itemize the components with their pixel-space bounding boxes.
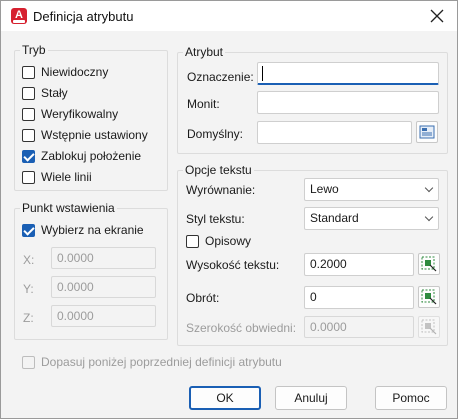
text-caret <box>262 66 263 81</box>
pick-point-icon <box>421 289 437 305</box>
opcje-tekstu-group-title: Opcje tekstu <box>183 163 254 177</box>
y-label: Y: <box>23 282 34 296</box>
oznaczenie-label: Oznaczenie: <box>187 70 254 84</box>
atrybut-group-title: Atrybut <box>183 45 226 59</box>
y-input[interactable]: 0.0000 <box>51 276 156 298</box>
domyslny-label: Domyślny: <box>187 127 244 141</box>
checkbox-wstepnie-ustawiony[interactable]: Wstępnie ustawiony <box>22 127 148 143</box>
punkt-wstawienia-group-title: Punkt wstawienia <box>20 201 117 215</box>
checkbox-box[interactable] <box>22 149 35 163</box>
pick-point-icon <box>421 319 437 335</box>
cancel-button[interactable]: Anuluj <box>275 386 347 410</box>
checkbox-box[interactable] <box>22 65 35 79</box>
checkbox-weryfikowalny[interactable]: Weryfikowalny <box>22 106 118 122</box>
pick-point-icon <box>421 256 437 272</box>
monit-input[interactable] <box>257 91 439 114</box>
wysokosc-tekstu-label: Wysokość tekstu: <box>186 258 280 272</box>
ok-button[interactable]: OK <box>189 386 261 410</box>
checkbox-box[interactable] <box>186 234 199 248</box>
close-icon <box>430 9 444 23</box>
obrot-input[interactable]: 0 <box>304 286 414 309</box>
checkbox-wybierz-na-ekranie[interactable]: Wybierz na ekranie <box>22 222 144 238</box>
oznaczenie-input[interactable] <box>257 62 439 85</box>
wysokosc-tekstu-input[interactable]: 0.2000 <box>304 253 414 276</box>
checkbox-label: Wstępnie ustawiony <box>41 128 148 142</box>
checkbox-label: Dopasuj poniżej poprzedniej definicji at… <box>41 355 282 369</box>
checkbox-box[interactable] <box>22 128 35 142</box>
checkbox-zablokuj-polozenie[interactable]: Zablokuj położenie <box>22 148 141 164</box>
domyslny-input[interactable] <box>257 121 412 144</box>
checkbox-box[interactable] <box>22 223 35 237</box>
pick-height-button[interactable] <box>418 253 440 275</box>
pick-width-button[interactable] <box>418 316 440 338</box>
autocad-app-icon: A <box>11 8 27 24</box>
checkbox-opisowy[interactable]: Opisowy <box>186 233 251 249</box>
wyrownanie-label: Wyrównanie: <box>186 183 256 197</box>
szerokosc-obwiedni-input[interactable]: 0.0000 <box>304 316 414 338</box>
checkbox-staly[interactable]: Stały <box>22 85 68 101</box>
checkbox-niewidoczny[interactable]: Niewidoczny <box>22 64 108 80</box>
checkbox-label: Weryfikowalny <box>41 107 119 121</box>
checkbox-label: Wybierz na ekranie <box>41 223 144 237</box>
title-bar: A Definicja atrybutu <box>1 1 457 31</box>
checkbox-label: Zablokuj położenie <box>41 149 142 163</box>
styl-tekstu-label: Styl tekstu: <box>186 212 245 226</box>
insert-field-icon <box>419 125 435 139</box>
help-button[interactable]: Pomoc <box>375 386 447 410</box>
z-label: Z: <box>23 311 34 325</box>
styl-tekstu-select[interactable]: Standard <box>304 207 439 230</box>
checkbox-label: Stały <box>41 86 68 100</box>
chevron-down-icon <box>424 183 434 193</box>
checkbox-wiele-linii[interactable]: Wiele linii <box>22 169 92 185</box>
szerokosc-obwiedni-label: Szerokość obwiedni: <box>186 321 297 335</box>
x-label: X: <box>23 253 35 267</box>
dialog-title: Definicja atrybutu <box>33 9 134 24</box>
checkbox-dopasuj[interactable]: Dopasuj poniżej poprzedniej definicji at… <box>22 354 282 370</box>
dialog-window: A Definicja atrybutu Tryb Niewidoczny St… <box>0 0 458 419</box>
checkbox-label: Wiele linii <box>41 170 92 184</box>
checkbox-box[interactable] <box>22 170 35 184</box>
chevron-down-icon <box>424 212 434 222</box>
wyrownanie-select[interactable]: Lewo <box>304 178 439 201</box>
insert-field-button[interactable] <box>416 121 438 143</box>
checkbox-box[interactable] <box>22 107 35 121</box>
close-button[interactable] <box>425 5 449 27</box>
checkbox-box[interactable] <box>22 355 35 369</box>
checkbox-label: Opisowy <box>205 234 252 248</box>
checkbox-label: Niewidoczny <box>41 65 109 79</box>
pick-rotation-button[interactable] <box>418 286 440 308</box>
monit-label: Monit: <box>187 97 220 111</box>
obrot-label: Obrót: <box>186 291 220 305</box>
x-input[interactable]: 0.0000 <box>51 247 156 269</box>
tryb-group-title: Tryb <box>20 43 48 57</box>
checkbox-box[interactable] <box>22 86 35 100</box>
z-input[interactable]: 0.0000 <box>51 305 156 327</box>
